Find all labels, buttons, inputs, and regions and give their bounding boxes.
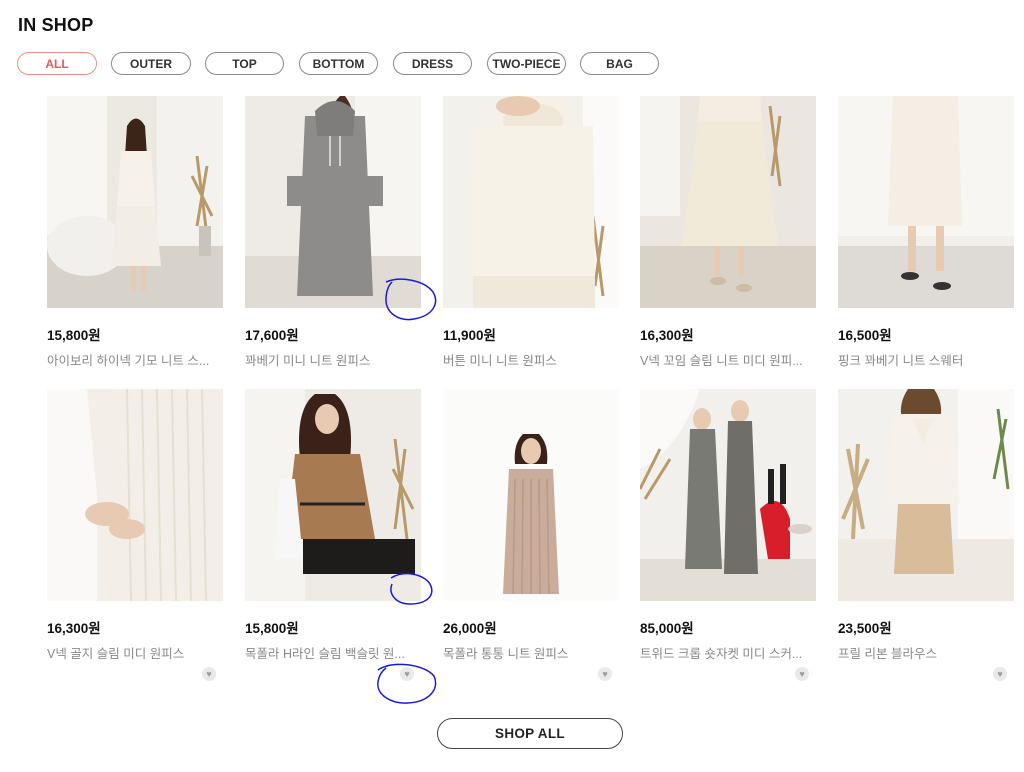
product-image[interactable] bbox=[245, 96, 421, 308]
wishlist-heart-button[interactable]: ♥ bbox=[795, 667, 809, 681]
product-price: 16,500원 bbox=[838, 328, 892, 343]
product-price: 16,300원 bbox=[640, 328, 694, 343]
wishlist-heart-button[interactable]: ♥ bbox=[400, 667, 414, 681]
product-name[interactable]: 아이보리 하이넥 기모 니트 스... bbox=[47, 350, 223, 369]
heart-icon: ♥ bbox=[997, 669, 1003, 679]
heart-icon: ♥ bbox=[799, 669, 805, 679]
product-name[interactable]: 프릴 리본 블라우스 bbox=[838, 643, 1014, 662]
product-image[interactable] bbox=[838, 389, 1014, 601]
product-image[interactable] bbox=[47, 96, 223, 308]
product-price: 26,000원 bbox=[443, 621, 497, 636]
product-image[interactable] bbox=[245, 389, 421, 601]
section-title: IN SHOP bbox=[18, 15, 94, 35]
wishlist-heart-button[interactable]: ♥ bbox=[598, 667, 612, 681]
filter-chip-outer[interactable]: OUTER bbox=[111, 52, 191, 75]
product-name[interactable]: 트위드 크롭 숏자켓 미디 스커... bbox=[640, 643, 816, 662]
product-image[interactable] bbox=[640, 389, 816, 601]
filter-chip-bag[interactable]: BAG bbox=[580, 52, 659, 75]
product-image[interactable] bbox=[443, 96, 619, 308]
product-image[interactable] bbox=[640, 96, 816, 308]
shop-all-button[interactable]: SHOP ALL bbox=[437, 718, 623, 749]
filter-chip-dress[interactable]: DRESS bbox=[393, 52, 472, 75]
heart-icon: ♥ bbox=[206, 669, 212, 679]
product-name[interactable]: 목폴라 통통 니트 원피스 bbox=[443, 643, 619, 662]
product-image[interactable] bbox=[443, 389, 619, 601]
product-name[interactable]: 목폴라 H라인 슬림 백슬릿 원... bbox=[245, 643, 421, 662]
product-image[interactable] bbox=[838, 96, 1014, 308]
product-price: 15,800원 bbox=[245, 621, 299, 636]
heart-icon: ♥ bbox=[404, 669, 410, 679]
filter-chip-bottom[interactable]: BOTTOM bbox=[299, 52, 378, 75]
product-price: 16,300원 bbox=[47, 621, 101, 636]
wishlist-heart-button[interactable]: ♥ bbox=[202, 667, 216, 681]
product-price: 85,000원 bbox=[640, 621, 694, 636]
wishlist-heart-button[interactable]: ♥ bbox=[993, 667, 1007, 681]
product-name[interactable]: V넥 꼬임 슬림 니트 미디 원피... bbox=[640, 350, 816, 369]
filter-chip-all[interactable]: ALL bbox=[17, 52, 97, 75]
heart-icon: ♥ bbox=[602, 669, 608, 679]
product-name[interactable]: V넥 골지 슬림 미디 원피스 bbox=[47, 643, 223, 662]
product-image[interactable] bbox=[47, 389, 223, 601]
product-price: 23,500원 bbox=[838, 621, 892, 636]
product-price: 11,900원 bbox=[443, 328, 496, 343]
product-name[interactable]: 버튼 미니 니트 원피스 bbox=[443, 350, 619, 369]
product-price: 17,600원 bbox=[245, 328, 299, 343]
product-name[interactable]: 꽈베기 미니 니트 원피스 bbox=[245, 350, 421, 369]
filter-chip-two-piece[interactable]: TWO-PIECE bbox=[487, 52, 566, 75]
product-name[interactable]: 핑크 꽈베기 니트 스웨터 bbox=[838, 350, 1014, 369]
product-price: 15,800원 bbox=[47, 328, 101, 343]
filter-chip-top[interactable]: TOP bbox=[205, 52, 284, 75]
